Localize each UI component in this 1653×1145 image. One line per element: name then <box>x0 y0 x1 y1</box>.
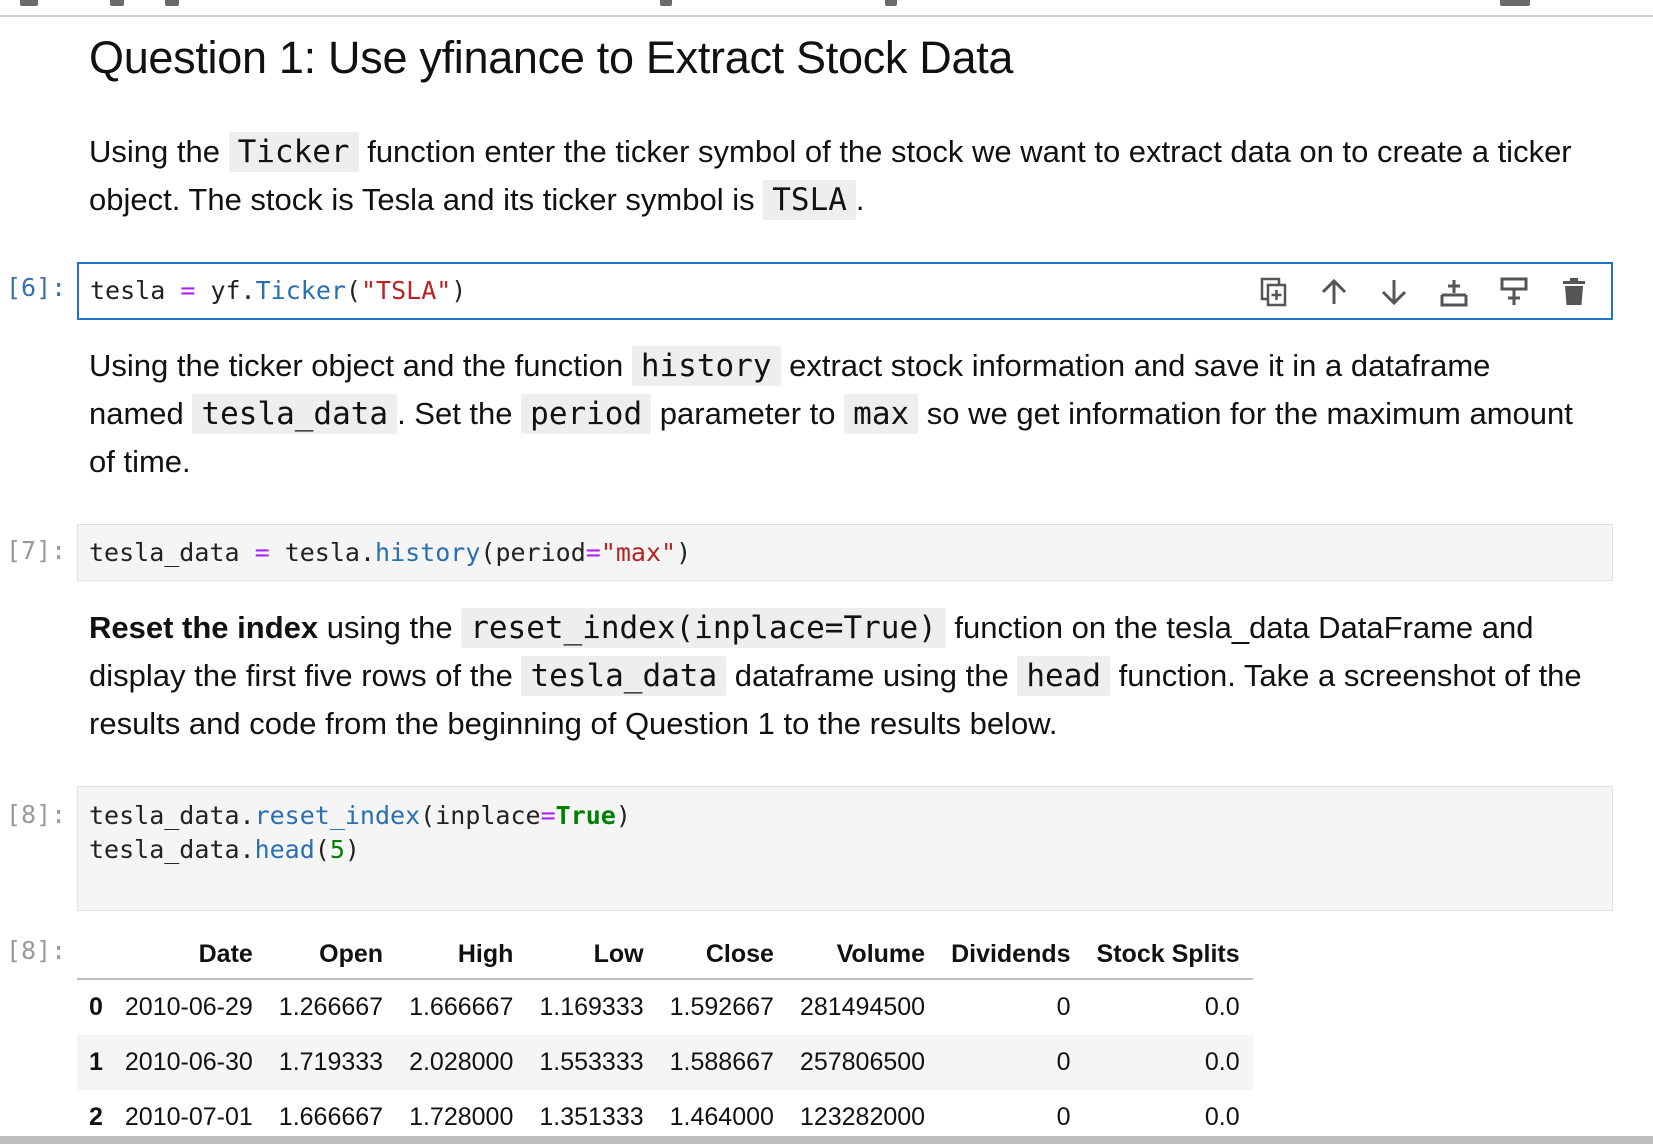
table-cell: 1.719333 <box>278 1048 384 1076</box>
md-text: Using the ticker object and the function <box>89 348 624 383</box>
inline-code: tesla_data <box>521 656 727 696</box>
table-row: 1 2010-06-30 1.719333 2.028000 1.553333 … <box>77 1035 1253 1090</box>
duplicate-icon[interactable] <box>1257 274 1291 310</box>
cell-prompt: [8]: <box>6 800 67 829</box>
column-header: Close <box>656 930 787 980</box>
table-cell: 1.266667 <box>278 993 384 1021</box>
inline-code: period <box>521 394 652 434</box>
table-cell: 0.0 <box>1204 1048 1240 1076</box>
table-cell: 0.0 <box>1204 993 1240 1021</box>
table-cell: 257806500 <box>799 1048 926 1076</box>
dataframe-table: Date Open High Low Close Volume Dividend… <box>77 930 1253 1145</box>
inline-code: TSLA <box>763 180 856 220</box>
move-up-icon[interactable] <box>1317 274 1351 310</box>
md-bold: Reset the index <box>89 610 319 645</box>
code-editor[interactable]: tesla_data = tesla.history(period="max") <box>78 536 1612 570</box>
code-cell-8[interactable]: tesla_data.reset_index(inplace=True) tes… <box>77 786 1613 911</box>
table-row: 0 2010-06-29 1.266667 1.666667 1.169333 … <box>77 979 1253 1035</box>
move-down-icon[interactable] <box>1377 274 1411 310</box>
md-text: dataframe using the <box>734 658 1009 693</box>
notebook-toolbar-edge <box>0 0 1653 17</box>
cell-prompt: [6]: <box>6 273 67 302</box>
table-cell: 2010-06-30 <box>124 1048 253 1076</box>
table-cell: 2010-06-29 <box>124 993 253 1021</box>
table-cell: 1.666667 <box>409 993 514 1021</box>
md-text: . <box>855 182 865 217</box>
column-header: Low <box>526 930 657 980</box>
output-prompt: [8]: <box>6 936 67 965</box>
md-text: Using the <box>89 134 220 169</box>
markdown-cell-3[interactable]: Reset the index using the reset_index(in… <box>89 604 1589 748</box>
toolbar-stub <box>165 0 179 6</box>
code-cell-7[interactable]: tesla_data = tesla.history(period="max") <box>77 524 1613 581</box>
column-header: Open <box>265 930 397 980</box>
column-header: High <box>396 930 527 980</box>
inline-code: head <box>1017 656 1111 696</box>
insert-above-icon[interactable] <box>1497 274 1531 310</box>
table-header-row: Date Open High Low Close Volume Dividend… <box>77 930 1253 980</box>
inline-code: max <box>844 394 919 434</box>
insert-below-icon[interactable] <box>1437 274 1471 310</box>
toolbar-stub <box>660 0 672 6</box>
markdown-cell-2[interactable]: Using the ticker object and the function… <box>89 342 1589 486</box>
inline-code: history <box>631 346 781 386</box>
code-editor[interactable]: tesla_data.reset_index(inplace=True) tes… <box>78 799 1612 867</box>
column-header <box>77 930 112 980</box>
table-cell: 2.028000 <box>409 1048 514 1076</box>
inline-code: Ticker <box>228 132 359 172</box>
toolbar-stub <box>1500 0 1530 6</box>
table-cell: 1.169333 <box>539 993 644 1021</box>
inline-code: reset_index(inplace=True) <box>461 608 946 648</box>
md-text: using the <box>326 610 453 645</box>
row-index: 1 <box>89 1048 103 1076</box>
table-cell: 281494500 <box>799 993 926 1021</box>
column-header: Dividends <box>938 930 1084 980</box>
table-cell: 1.553333 <box>539 1048 644 1076</box>
column-header: Stock Splits <box>1083 930 1253 980</box>
code-cell-6[interactable]: tesla = yf.Ticker("TSLA") <box>77 262 1613 320</box>
page-title: Question 1: Use yfinance to Extract Stoc… <box>89 32 1014 83</box>
cell-toolbar <box>1257 274 1591 310</box>
column-header: Date <box>111 930 266 980</box>
table-cell: 0 <box>1056 993 1071 1021</box>
toolbar-stub <box>20 0 38 6</box>
table-cell: 0 <box>1056 1048 1071 1076</box>
table-cell: 1.592667 <box>669 993 774 1021</box>
horizontal-scrollbar[interactable] <box>0 1136 1653 1144</box>
table-cell: 1.588667 <box>669 1048 774 1076</box>
toolbar-stub <box>110 0 124 6</box>
toolbar-stub <box>885 0 897 6</box>
delete-icon[interactable] <box>1557 274 1591 310</box>
md-text: . Set the <box>397 396 513 431</box>
row-index: 0 <box>89 993 103 1021</box>
md-text: parameter to <box>659 396 836 431</box>
column-header: Volume <box>786 930 939 980</box>
markdown-cell-1[interactable]: Using the Ticker function enter the tick… <box>89 128 1589 224</box>
inline-code: tesla_data <box>192 394 398 434</box>
cell-prompt: [7]: <box>6 536 67 565</box>
